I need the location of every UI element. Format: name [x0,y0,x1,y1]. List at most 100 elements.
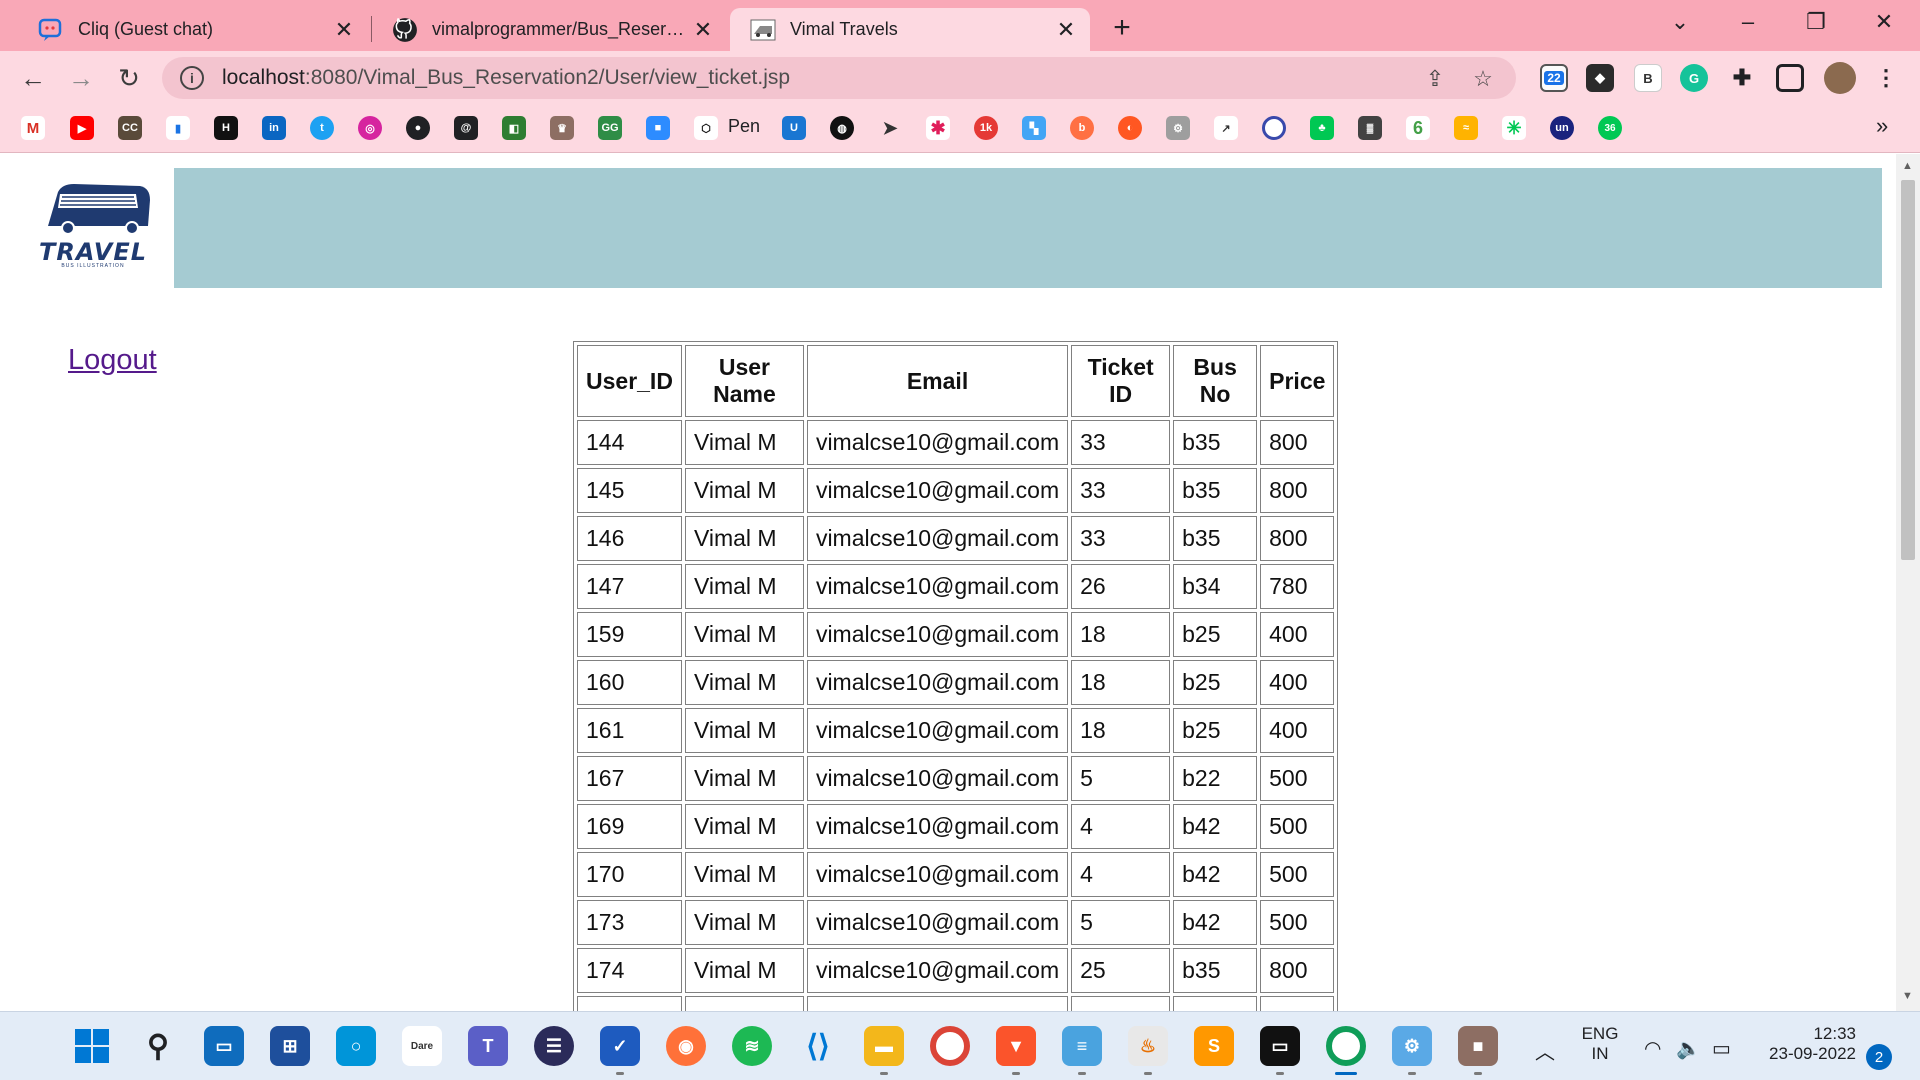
chart-bookmark-icon[interactable]: ↗ [1214,116,1238,140]
instagram-bookmark-icon[interactable]: ◎ [358,116,382,140]
firefox-icon[interactable]: ◉ [666,1026,706,1066]
grammarly-icon[interactable]: G [1680,64,1708,92]
file-explorer-icon[interactable]: ▬ [864,1026,904,1066]
notepad-icon[interactable]: ≡ [1062,1026,1102,1066]
clock[interactable]: 12:33 23-09-2022 [1756,1024,1856,1064]
twitter-bookmark-icon[interactable]: t [310,116,334,140]
seal-bookmark-icon[interactable]: ⚙ [1166,116,1190,140]
eclipse-icon[interactable]: ☰ [534,1026,574,1066]
terminal-icon[interactable]: ▭ [1260,1026,1300,1066]
tab-close-icon[interactable]: ✕ [332,17,356,42]
new-tab-button[interactable]: + [1104,10,1140,46]
chrome-profile-icon[interactable] [1326,1026,1366,1066]
hackerrank-bookmark-icon[interactable]: H [214,116,238,140]
codechef-bookmark-icon[interactable]: CC [118,116,142,140]
unstop-bookmark-icon[interactable]: un [1550,116,1574,140]
cell-price: 800 [1260,948,1335,993]
geeksforgeeks-bookmark-icon[interactable]: GG [598,116,622,140]
minimize-button[interactable]: – [1728,6,1768,38]
spiral-bookmark-icon[interactable]: @ [454,116,478,140]
search-icon[interactable]: ⚲ [138,1026,178,1066]
app-o-icon[interactable]: ○ [336,1026,376,1066]
tree-bookmark-icon[interactable]: ♣ [1310,116,1334,140]
map-bookmark-icon[interactable]: ◧ [502,116,526,140]
language-indicator[interactable]: ENG IN [1572,1024,1628,1064]
teams-icon[interactable]: T [468,1026,508,1066]
calendar-extension-icon[interactable]: 22 [1540,64,1568,92]
orange-bookmark-icon[interactable]: ◐ [1118,116,1142,140]
page-scrollbar[interactable]: ▲ ▼ [1896,154,1920,1011]
logout-link[interactable]: Logout [68,344,157,377]
close-window-button[interactable]: ✕ [1864,6,1904,38]
send-bookmark-icon[interactable]: ➤ [878,116,902,140]
tab-github[interactable]: vimalprogrammer/Bus_Reservation ✕ [372,8,727,51]
36-bookmark-icon[interactable]: 36 [1598,116,1622,140]
slack-bookmark-icon[interactable]: ✱ [926,116,950,140]
six-bookmark-icon[interactable]: 6 [1406,116,1430,140]
tab-search-icon[interactable]: ⌄ [1660,6,1700,38]
gmail-bookmark-icon[interactable]: M [21,116,45,140]
windows-start-icon[interactable] [72,1026,112,1066]
brave-icon[interactable]: ▼ [996,1026,1036,1066]
youtube-bookmark-icon[interactable]: ▶ [70,116,94,140]
forward-button[interactable]: → [64,61,98,95]
dark-reader-extension-icon[interactable]: ◆ [1586,64,1614,92]
bookmark-star-icon[interactable]: ☆ [1470,66,1496,92]
back-button[interactable]: ← [16,61,50,95]
tab-close-icon[interactable]: ✕ [1054,17,1078,42]
tab-vimal-travels[interactable]: Vimal Travels ✕ [730,8,1090,51]
minecraft-icon[interactable]: ■ [1458,1026,1498,1066]
zoom-bookmark-icon[interactable]: ■ [646,116,670,140]
vscode-icon[interactable]: ⟨⟩ [798,1026,838,1066]
wifi-icon[interactable]: ◠ [1644,1036,1661,1061]
asterisk-bookmark-icon[interactable]: ✳ [1502,116,1526,140]
github-bookmark-icon[interactable]: ● [406,116,430,140]
extensions-puzzle-icon[interactable]: ✚ [1728,64,1756,92]
globe-bookmark-icon[interactable]: ◍ [830,116,854,140]
address-bar[interactable]: i localhost:8080/Vimal_Bus_Reservation2/… [162,57,1516,99]
desktop-icon[interactable]: ▭ [204,1026,244,1066]
pen-bookmark-label[interactable]: Pen [728,116,760,137]
scrollbar-thumb[interactable] [1901,180,1915,560]
scroll-down-arrow-icon[interactable]: ▼ [1902,990,1913,1002]
cell-ticket-id: 18 [1071,708,1171,753]
battery-icon[interactable]: ▭ [1712,1036,1731,1061]
share-icon[interactable]: ⇪ [1422,66,1448,92]
b-extension-icon[interactable]: B [1634,64,1662,92]
column-header-price: Price [1260,345,1335,417]
whiteboard-icon[interactable]: ✓ [600,1026,640,1066]
1k-bookmark-icon[interactable]: 1k [974,116,998,140]
reload-button[interactable]: ↻ [112,61,146,95]
blocks-bookmark-icon[interactable]: ▚ [1022,116,1046,140]
tab-close-icon[interactable]: ✕ [691,17,715,42]
u-bookmark-icon[interactable]: U [782,116,806,140]
menu-kebab-icon[interactable]: ⋮ [1872,64,1900,92]
dare2compete-icon[interactable]: Dare [402,1026,442,1066]
profile-avatar[interactable] [1824,62,1856,94]
side-panel-icon[interactable] [1776,64,1804,92]
chrome-icon[interactable] [930,1026,970,1066]
scroll-up-arrow-icon[interactable]: ▲ [1902,160,1913,172]
restore-button[interactable]: ❐ [1796,6,1836,38]
cliq-icon [38,18,62,41]
store-icon[interactable]: ⊞ [270,1026,310,1066]
codepen-bookmark-icon[interactable]: ⬡ [694,116,718,140]
linkedin-bookmark-icon[interactable]: in [262,116,286,140]
notification-badge[interactable]: 2 [1866,1044,1892,1070]
analytics-bookmark-icon[interactable]: ▮ [166,116,190,140]
sublime-icon[interactable]: S [1194,1026,1234,1066]
chevron-up-icon[interactable]: ︿ [1535,1036,1555,1065]
site-info-icon[interactable]: i [180,66,204,90]
spotify-icon[interactable]: ≋ [732,1026,772,1066]
more-bookmarks-icon[interactable]: » [1876,113,1888,139]
tab-cliq[interactable]: Cliq (Guest chat) ✕ [18,8,368,51]
java-icon[interactable]: ♨ [1128,1026,1168,1066]
tab-title: Cliq (Guest chat) [78,19,214,39]
ribbon-bookmark-icon[interactable]: ≈ [1454,116,1478,140]
b-orange-bookmark-icon[interactable]: b [1070,116,1094,140]
volume-icon[interactable]: 🔈 [1676,1036,1701,1061]
control-panel-icon[interactable]: ⚙ [1392,1026,1432,1066]
emblem-bookmark-icon[interactable]: ♛ [550,116,574,140]
text-logo-bookmark-icon[interactable]: ▓ [1358,116,1382,140]
circle-bookmark-icon[interactable] [1262,116,1286,140]
